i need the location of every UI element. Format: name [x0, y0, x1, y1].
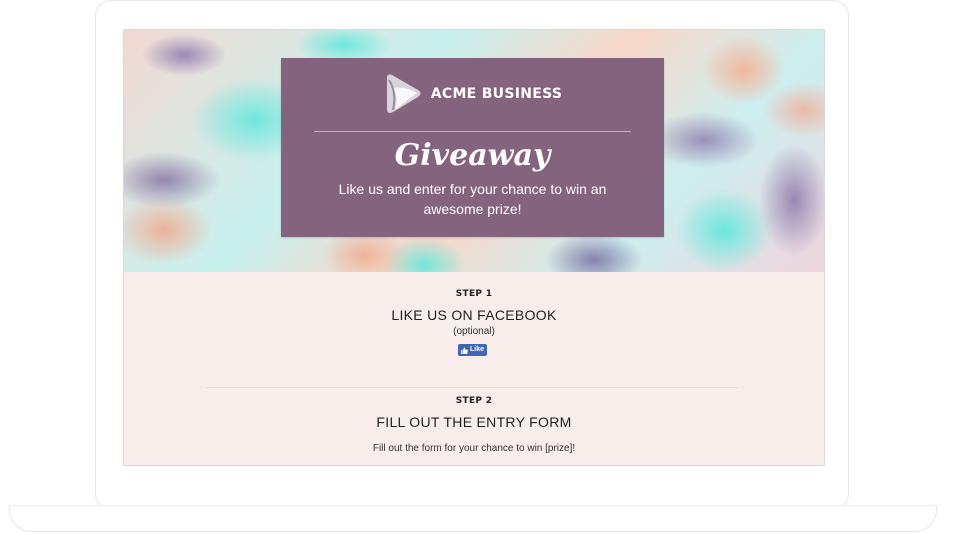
hero-card: ACME BUSINESS Giveaway Like us and enter…	[281, 58, 664, 237]
step2-description: Fill out the form for your chance to win…	[372, 443, 576, 454]
step2-label: STEP 2	[455, 396, 493, 406]
like-label: Like	[470, 346, 485, 353]
giveaway-subtitle: Like us and enter for your chance to win…	[338, 181, 607, 217]
play-logo-icon	[386, 74, 421, 113]
step-divider	[206, 387, 738, 388]
step1-heading: LIKE US ON FACEBOOK	[391, 307, 557, 323]
laptop-base-edge	[9, 505, 937, 506]
laptop-base	[9, 505, 937, 532]
card-divider	[314, 131, 631, 132]
step1-label: STEP 1	[455, 289, 493, 299]
landing-page-screen: ACME BUSINESS Giveaway Like us and enter…	[123, 29, 825, 466]
thumbs-up-icon	[461, 346, 468, 354]
step1-note: (optional)	[453, 326, 495, 337]
step2-heading: FILL OUT THE ENTRY FORM	[376, 414, 572, 430]
brand: ACME BUSINESS	[281, 70, 664, 118]
facebook-like-button[interactable]: Like	[458, 344, 487, 356]
brand-name: ACME BUSINESS	[430, 86, 563, 102]
giveaway-title: Giveaway	[394, 138, 551, 173]
hero-banner: ACME BUSINESS Giveaway Like us and enter…	[124, 30, 824, 272]
